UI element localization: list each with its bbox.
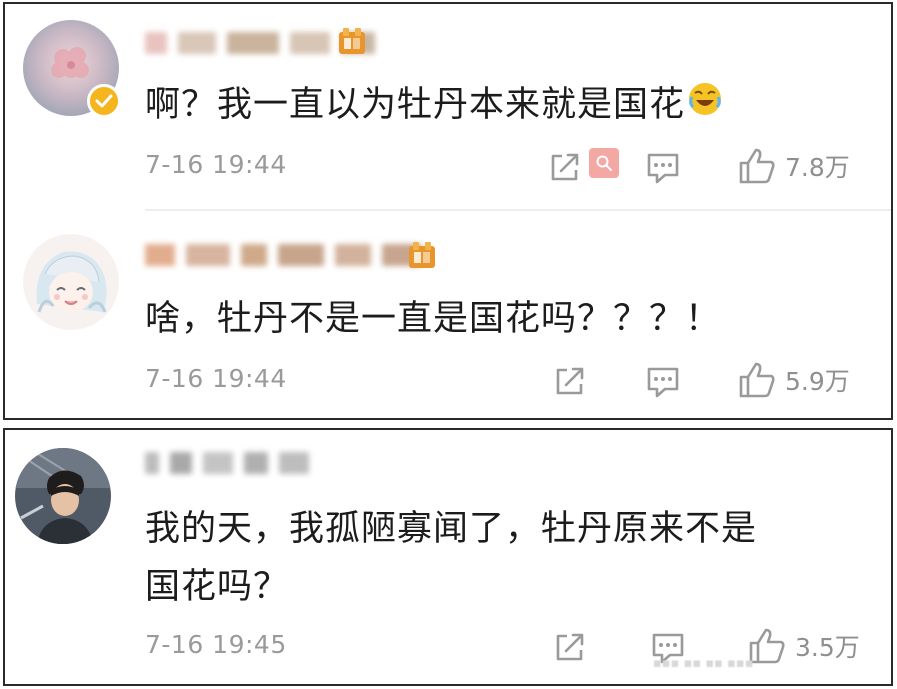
comment-panel-bottom: 我的天，我孤陋寡闻了，牡丹原来不是 国花吗？ 7-16 19:45 3.5万 ▪… bbox=[3, 428, 893, 686]
share-button[interactable] bbox=[548, 150, 582, 184]
laughing-crying-emoji-icon bbox=[687, 77, 723, 135]
level-badge-icon bbox=[337, 26, 367, 56]
share-icon bbox=[551, 153, 579, 181]
comment-text: 我的天，我孤陋寡闻了，牡丹原来不是 国花吗？ bbox=[145, 500, 757, 616]
comment-divider bbox=[145, 209, 891, 211]
like-button[interactable]: 7.8万 bbox=[737, 146, 850, 186]
like-count: 3.5万 bbox=[795, 633, 860, 662]
comment-timestamp: 7-16 19:45 bbox=[145, 630, 287, 659]
share-icon bbox=[556, 633, 584, 661]
username-blurred[interactable] bbox=[145, 452, 315, 478]
like-count: 5.9万 bbox=[785, 367, 850, 396]
share-button[interactable] bbox=[553, 364, 587, 398]
comment-icon bbox=[647, 153, 679, 184]
like-count: 7.8万 bbox=[785, 153, 850, 182]
comment-timestamp: 7-16 19:44 bbox=[145, 364, 287, 393]
comment-panel-top: 啊？我一直以为牡丹本来就是国花 7-16 19:44 7.8万 啥，牡丹不是一直… bbox=[3, 2, 893, 420]
like-button[interactable]: 3.5万 bbox=[747, 626, 860, 666]
avatar[interactable] bbox=[23, 234, 119, 330]
comment-text: 啊？我一直以为牡丹本来就是国花 bbox=[145, 76, 723, 135]
comment-icon bbox=[647, 367, 679, 398]
comment-timestamp: 7-16 19:44 bbox=[145, 150, 287, 179]
comment-text-line-1: 我的天，我孤陋寡闻了，牡丹原来不是 bbox=[145, 509, 758, 549]
thumbs-up-icon bbox=[739, 148, 775, 184]
reply-button[interactable] bbox=[645, 364, 681, 400]
username-blurred[interactable] bbox=[145, 244, 428, 270]
share-icon bbox=[556, 367, 584, 395]
comment-text-line-2: 国花吗？ bbox=[145, 567, 290, 607]
comment-text: 啥，牡丹不是一直是国花吗？？？！ bbox=[145, 299, 722, 339]
thumbs-up-icon bbox=[739, 362, 775, 398]
reply-button[interactable] bbox=[645, 150, 681, 186]
search-icon[interactable] bbox=[589, 148, 619, 178]
verified-badge bbox=[87, 84, 121, 118]
level-badge-icon bbox=[407, 240, 437, 270]
share-button[interactable] bbox=[553, 630, 587, 664]
like-button[interactable]: 5.9万 bbox=[737, 360, 850, 400]
avatar[interactable] bbox=[15, 448, 111, 544]
watermark: ▪▪▪ ▪▪ ▪▪ ▪▪▪ bbox=[653, 656, 754, 671]
